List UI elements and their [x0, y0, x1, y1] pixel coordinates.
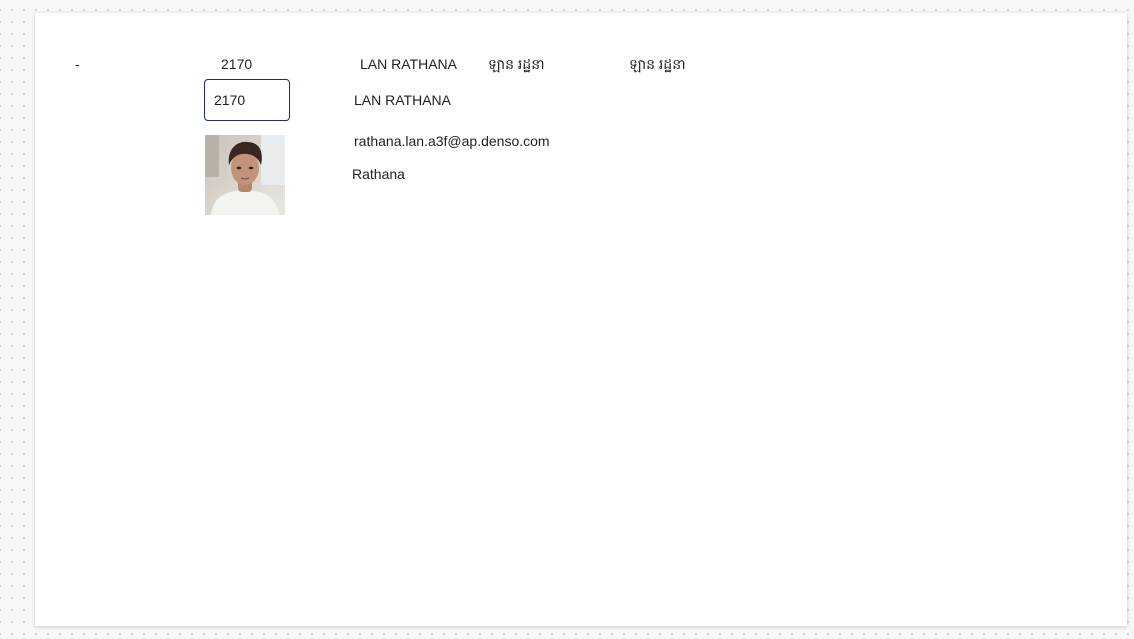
khmer-name-label: ឡាន រដ្ឋនា [488, 56, 545, 72]
form-canvas: - 2170 LAN RATHANA ឡាន រដ្ឋនា ឡាន រដ្ឋនា… [35, 13, 1127, 626]
employee-photo [205, 135, 285, 215]
email-field: rathana.lan.a3f@ap.denso.com [354, 133, 550, 149]
dash-label: - [75, 56, 80, 72]
full-name-field: LAN RATHANA [354, 92, 451, 108]
employee-id-input[interactable] [204, 79, 290, 121]
full-name-label: LAN RATHANA [360, 56, 457, 72]
employee-id-label: 2170 [221, 56, 253, 72]
person-photo-icon [205, 135, 285, 215]
nickname-field: Rathana [352, 166, 405, 182]
khmer-name-label-2: ឡាន រដ្ឋនា [629, 56, 686, 72]
